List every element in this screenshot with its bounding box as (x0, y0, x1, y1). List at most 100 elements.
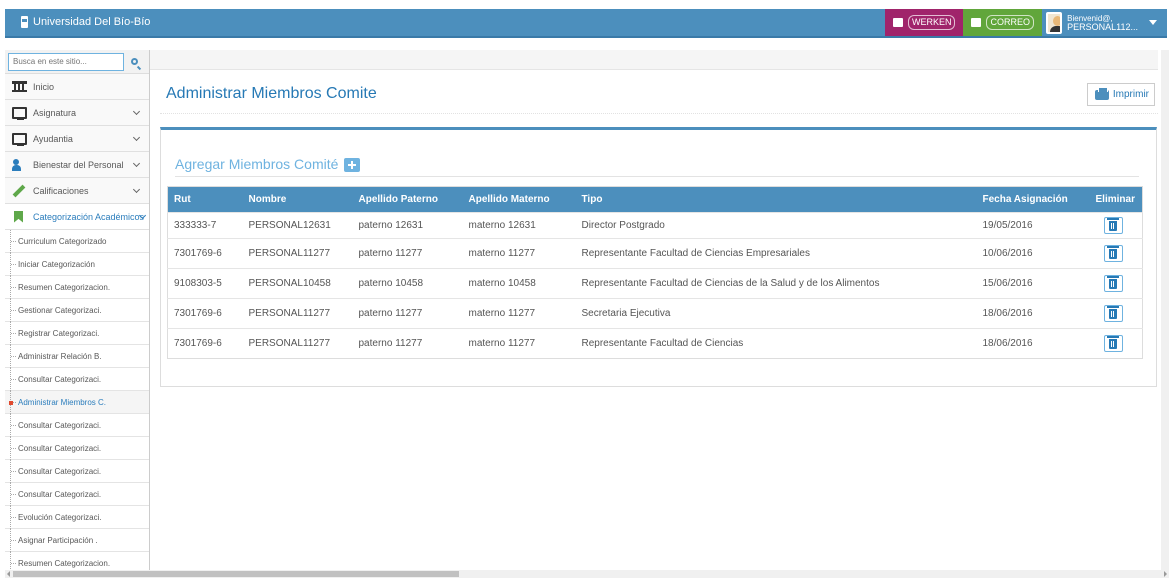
delete-button[interactable] (1103, 304, 1123, 322)
cell-rut: 9108303-5 (167, 268, 243, 299)
cell-materno: materno 11277 (462, 328, 576, 359)
chevron-down-icon (132, 107, 141, 116)
user-menu[interactable]: Bienvenid@, PERSONAL112... (1042, 9, 1167, 36)
cell-materno: materno 12631 (462, 212, 576, 239)
top-navbar: Universidad Del Bío-Bío WERKEN CORREO Bi… (0, 0, 1173, 42)
col-eliminar: Eliminar (1095, 194, 1135, 205)
sidebar-item-inicio[interactable]: Inicio (5, 74, 149, 100)
col-apellido-paterno: Apellido Paterno (358, 194, 438, 205)
submenu-label: Consultar Categorizaci. (18, 374, 102, 384)
submenu-label: Curriculum Categorizado (18, 236, 107, 246)
delete-button[interactable] (1103, 334, 1123, 352)
cell-eliminar (1089, 212, 1143, 239)
avatar (1046, 11, 1063, 34)
col-fecha: Fecha Asignación (982, 194, 1068, 205)
brand-link[interactable]: Universidad Del Bío-Bío (21, 16, 150, 28)
werken-button[interactable]: WERKEN (884, 9, 964, 36)
caret-down-icon (1149, 20, 1157, 25)
submenu-item[interactable]: Consultar Categorizaci. (5, 414, 149, 437)
divider (160, 113, 1158, 114)
page-title: Administrar Miembros Comite (166, 85, 377, 102)
submenu-label: Resumen Categorizacion. (18, 558, 111, 568)
trash-icon (1107, 218, 1119, 232)
cell-fecha: 15/06/2016 (976, 268, 1090, 299)
table-row: 7301769-6 PERSONAL11277 paterno 11277 ma… (167, 238, 1143, 269)
sidebar-item-categorizacion[interactable]: Categorización Académicos (5, 204, 149, 230)
cell-materno: materno 11277 (462, 238, 576, 269)
submenu-item[interactable]: Administrar Relación B. (5, 345, 149, 368)
delete-button[interactable] (1103, 216, 1123, 234)
correo-label: CORREO (986, 15, 1034, 30)
submenu-label: Registrar Categorizaci. (18, 328, 100, 338)
cell-nombre: PERSONAL11277 (242, 298, 353, 329)
print-icon (1094, 86, 1109, 100)
cell-nombre: PERSONAL11277 (242, 328, 353, 359)
submenu-item[interactable]: Evolución Categorizaci. (5, 506, 149, 529)
add-member-button[interactable] (344, 158, 361, 172)
navbar-right: WERKEN CORREO Bienvenid@, PERSONAL112... (884, 9, 1167, 36)
submenu-item[interactable]: Consultar Categorizaci. (5, 483, 149, 506)
members-table: Rut Nombre Apellido Paterno Apellido Mat… (167, 186, 1143, 359)
user-name: PERSONAL112... (1067, 21, 1138, 32)
cell-paterno: paterno 11277 (352, 238, 463, 269)
desktop-icon (12, 132, 27, 146)
cell-rut: 7301769-6 (167, 328, 243, 359)
submenu-item[interactable]: Asignar Participación . (5, 529, 149, 552)
submenu-label: Gestionar Categorizaci. (18, 305, 102, 315)
table-row: 7301769-6 PERSONAL11277 paterno 11277 ma… (167, 298, 1143, 329)
cell-nombre: PERSONAL12631 (242, 212, 353, 239)
submenu-label: Iniciar Categorización (18, 259, 95, 269)
delete-button[interactable] (1103, 274, 1123, 292)
chevron-down-icon (132, 133, 141, 142)
sidebar-item-label: Ayudantia (33, 133, 73, 144)
submenu-item[interactable]: Consultar Categorizaci. (5, 368, 149, 391)
delete-button[interactable] (1103, 244, 1123, 262)
table-header-row: Rut Nombre Apellido Paterno Apellido Mat… (167, 186, 1143, 213)
submenu-item[interactable]: Resumen Categorizacion. (5, 552, 149, 570)
submenu-item[interactable]: Registrar Categorizaci. (5, 322, 149, 345)
submenu-item-current[interactable]: Administrar Miembros C. (5, 391, 149, 414)
members-panel: Agregar Miembros Comité Rut Nombre Apell… (160, 127, 1157, 387)
sidebar-item-asignatura[interactable]: Asignatura (5, 100, 149, 126)
print-label: Imprimir (1112, 89, 1149, 100)
search-input[interactable] (8, 52, 124, 71)
search-button[interactable] (124, 53, 144, 71)
user-info: Bienvenid@, PERSONAL112... (1067, 14, 1138, 32)
users-icon (12, 158, 27, 171)
sidebar-item-calificaciones[interactable]: Calificaciones (5, 178, 149, 204)
vertical-scrollbar[interactable] (1161, 50, 1169, 570)
horizontal-scrollbar[interactable] (5, 570, 1169, 578)
scroll-right-icon[interactable] (1164, 571, 1167, 577)
table-row: 333333-7 PERSONAL12631 paterno 12631 mat… (167, 212, 1143, 239)
submenu-label: Resumen Categorizacion. (18, 282, 111, 292)
cell-paterno: paterno 11277 (352, 298, 463, 329)
submenu-item[interactable]: Iniciar Categorización (5, 253, 149, 276)
scrollbar-thumb[interactable] (13, 571, 459, 577)
cell-eliminar (1089, 298, 1143, 329)
col-rut: Rut (174, 194, 191, 205)
submenu-item[interactable]: Consultar Categorizaci. (5, 437, 149, 460)
chevron-down-icon (132, 185, 141, 194)
werken-label: WERKEN (907, 15, 956, 30)
cell-materno: materno 11277 (462, 298, 576, 329)
navbar-bar: Universidad Del Bío-Bío WERKEN CORREO Bi… (5, 9, 1167, 38)
cell-fecha: 10/06/2016 (976, 238, 1090, 269)
cell-tipo: Representante Facultad de Ciencias (575, 328, 977, 359)
submenu-label: Consultar Categorizaci. (18, 489, 102, 499)
submenu-item[interactable]: Gestionar Categorizaci. (5, 299, 149, 322)
trash-icon (1107, 336, 1119, 350)
main-content: Administrar Miembros Comite Imprimir Agr… (150, 50, 1173, 570)
scroll-left-icon[interactable] (7, 571, 10, 577)
sidebar-item-ayudantia[interactable]: Ayudantia (5, 126, 149, 152)
submenu-item[interactable]: Curriculum Categorizado (5, 230, 149, 253)
sidebar: Inicio Asignatura Ayudantia Bienestar de… (5, 50, 150, 570)
print-button[interactable]: Imprimir (1086, 83, 1155, 106)
submenu-label: Administrar Miembros C. (18, 397, 107, 407)
bank-icon (12, 80, 27, 93)
submenu-item[interactable]: Consultar Categorizaci. (5, 460, 149, 483)
submenu-item[interactable]: Resumen Categorizacion. (5, 276, 149, 299)
sidebar-item-bienestar[interactable]: Bienestar del Personal (5, 152, 149, 178)
add-members-label: Agregar Miembros Comité (175, 156, 339, 172)
cell-eliminar (1089, 268, 1143, 299)
correo-button[interactable]: CORREO (963, 9, 1042, 36)
